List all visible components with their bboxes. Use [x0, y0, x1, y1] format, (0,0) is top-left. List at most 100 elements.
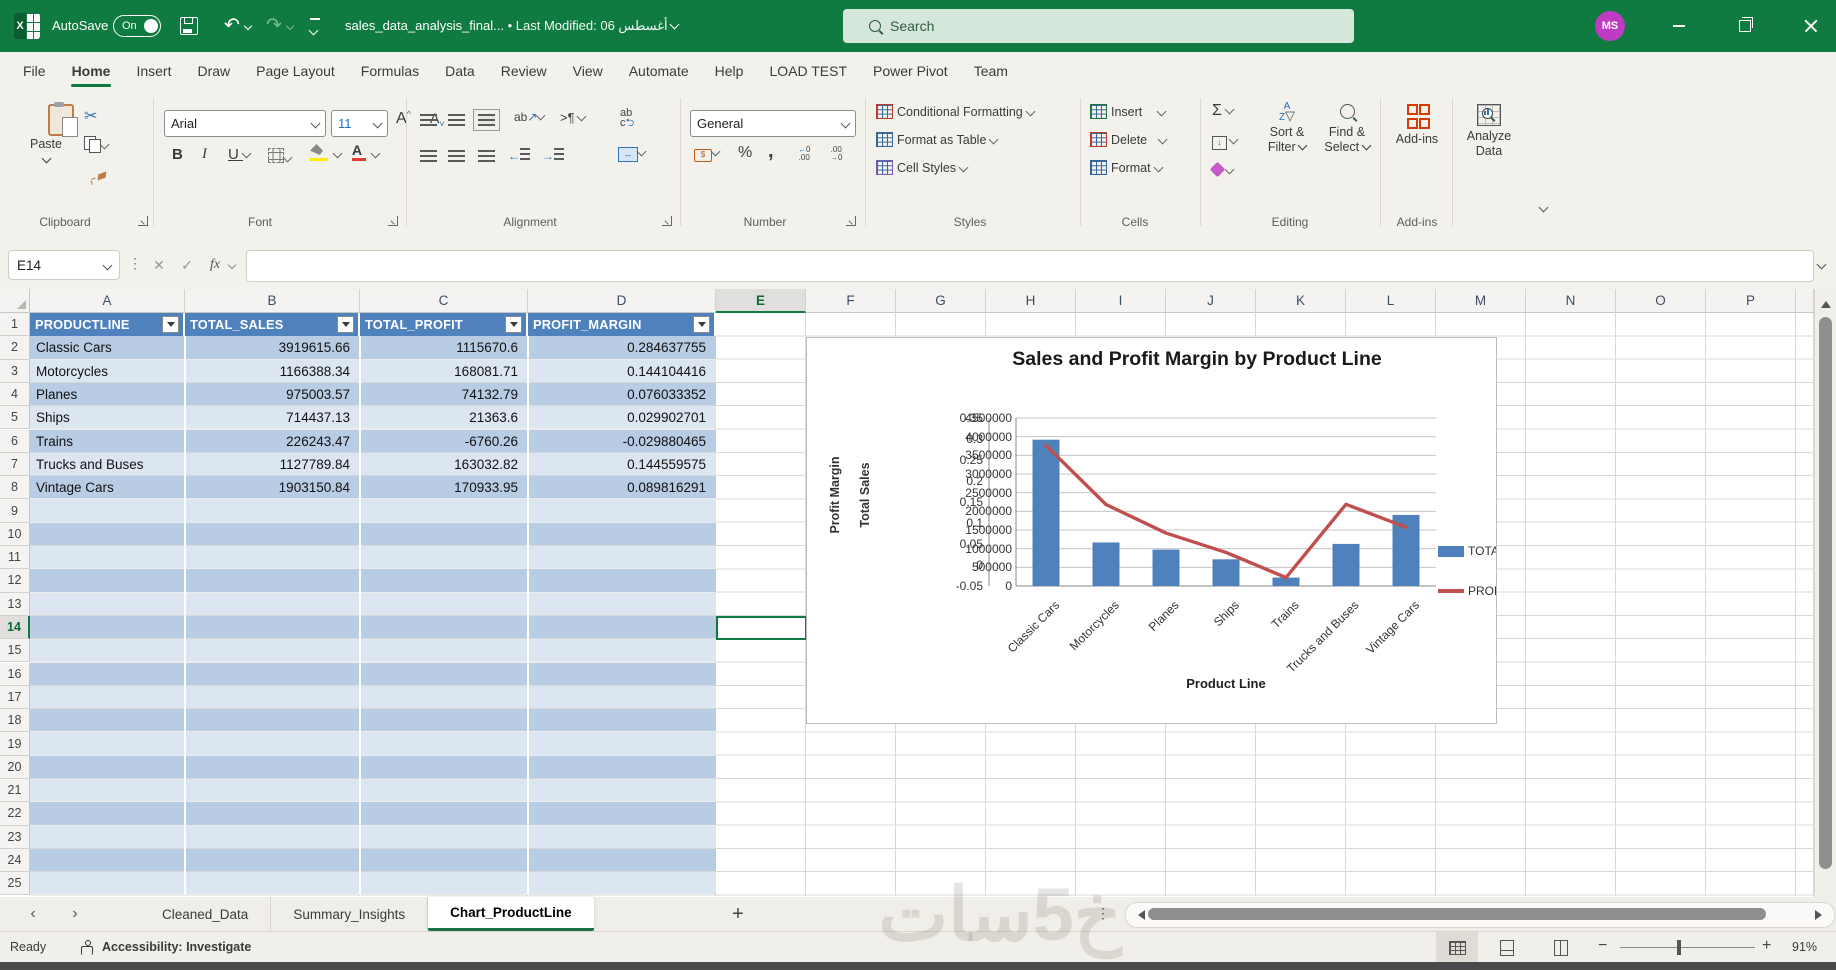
redo-button[interactable]: ↷	[266, 0, 293, 52]
vertical-scrollbar-thumb[interactable]	[1819, 317, 1832, 869]
clipboard-launcher-icon[interactable]	[138, 216, 148, 226]
zoom-slider-thumb[interactable]	[1677, 940, 1681, 955]
font-color-icon[interactable]: A	[352, 142, 366, 161]
row-header-1[interactable]: 1	[0, 313, 30, 336]
table-cell[interactable]: Trucks and Buses	[30, 453, 185, 476]
minimize-button[interactable]	[1656, 0, 1702, 52]
align-right-icon[interactable]	[478, 150, 495, 162]
ribbon-tab-help[interactable]: Help	[702, 52, 757, 90]
zoom-level[interactable]: 91%	[1792, 940, 1817, 954]
sheet-tab-summary_insights[interactable]: Summary_Insights	[271, 897, 428, 931]
ribbon-tab-team[interactable]: Team	[961, 52, 1021, 90]
font-launcher-icon[interactable]	[388, 216, 398, 226]
accessibility-icon[interactable]	[80, 940, 94, 958]
page-layout-view-button[interactable]	[1486, 932, 1528, 963]
filter-button[interactable]	[505, 316, 522, 333]
column-header-P[interactable]: P	[1706, 289, 1796, 313]
scroll-left-icon[interactable]	[1133, 910, 1145, 920]
row-header-10[interactable]: 10	[0, 523, 30, 546]
reading-order-icon[interactable]: >¶	[560, 110, 585, 125]
column-header-M[interactable]: M	[1436, 289, 1526, 313]
column-header-K[interactable]: K	[1256, 289, 1346, 313]
cell-styles-button[interactable]: Cell Styles	[876, 160, 967, 175]
selected-cell[interactable]	[716, 616, 807, 640]
cut-icon[interactable]: ✂	[84, 106, 97, 126]
column-header-D[interactable]: D	[528, 289, 716, 313]
customize-qat-icon[interactable]	[310, 18, 320, 41]
autosum-icon[interactable]: Σ	[1212, 102, 1233, 120]
scroll-right-icon[interactable]	[1815, 910, 1827, 920]
format-painter-icon[interactable]: ⌌▰	[82, 164, 110, 189]
row-header-18[interactable]: 18	[0, 709, 30, 732]
next-sheet-icon[interactable]: ›	[60, 897, 90, 931]
table-cell[interactable]: 0.144104416	[528, 360, 716, 383]
table-cell[interactable]: 714437.13	[185, 406, 360, 429]
row-header-23[interactable]: 23	[0, 826, 30, 849]
row-header-24[interactable]: 24	[0, 849, 30, 872]
table-cell[interactable]: Classic Cars	[30, 336, 185, 359]
table-cell[interactable]: Trains	[30, 430, 185, 453]
table-cell[interactable]: 226243.47	[185, 430, 360, 453]
collapse-ribbon-icon[interactable]	[1540, 202, 1547, 216]
add-ins-button[interactable]: Add-ins	[1388, 104, 1446, 147]
table-cell[interactable]: Planes	[30, 383, 185, 406]
row-header-8[interactable]: 8	[0, 476, 30, 499]
number-launcher-icon[interactable]	[846, 216, 856, 226]
sheet-tab-chart_productline[interactable]: Chart_ProductLine	[428, 897, 594, 931]
row-header-14[interactable]: 14	[0, 616, 30, 639]
table-cell[interactable]: 168081.71	[360, 360, 528, 383]
column-header-B[interactable]: B	[185, 289, 360, 313]
zoom-in-button[interactable]: +	[1762, 937, 1771, 955]
table-cell[interactable]: 0.029902701	[528, 406, 716, 429]
fx-chevron-icon[interactable]	[224, 250, 240, 280]
row-header-21[interactable]: 21	[0, 779, 30, 802]
row-header-19[interactable]: 19	[0, 732, 30, 755]
table-cell[interactable]: 1903150.84	[185, 476, 360, 499]
decrease-decimal-icon[interactable]: .00→0	[830, 146, 842, 162]
column-header-I[interactable]: I	[1076, 289, 1166, 313]
conditional-formatting-button[interactable]: Conditional Formatting	[876, 104, 1034, 119]
ribbon-tab-automate[interactable]: Automate	[616, 52, 702, 90]
column-header-O[interactable]: O	[1616, 289, 1706, 313]
ribbon-tab-insert[interactable]: Insert	[123, 52, 184, 90]
insert-cells-button[interactable]: Insert	[1090, 104, 1165, 119]
alignment-launcher-icon[interactable]	[662, 216, 672, 226]
underline-button[interactable]: U	[228, 146, 250, 163]
table-cell[interactable]: 0.076033352	[528, 383, 716, 406]
font-size-select[interactable]: 11	[331, 110, 388, 137]
search-input[interactable]: Search	[843, 9, 1354, 43]
table-cell[interactable]: 1166388.34	[185, 360, 360, 383]
align-middle-icon[interactable]	[448, 114, 465, 126]
scroll-up-icon[interactable]	[1821, 296, 1831, 308]
horizontal-scrollbar-thumb[interactable]	[1148, 908, 1766, 920]
name-box-splitter[interactable]: ⋮	[128, 255, 142, 272]
format-cells-button[interactable]: Format	[1090, 160, 1162, 175]
row-header-17[interactable]: 17	[0, 686, 30, 709]
table-cell[interactable]: 1127789.84	[185, 453, 360, 476]
table-cell[interactable]: 1115670.6	[360, 336, 528, 359]
table-cell[interactable]: 170933.95	[360, 476, 528, 499]
copy-icon[interactable]	[84, 136, 108, 153]
vertical-scrollbar[interactable]	[1814, 289, 1836, 897]
column-header-N[interactable]: N	[1526, 289, 1616, 313]
bold-button[interactable]: B	[172, 146, 183, 163]
increase-decimal-icon[interactable]: ←0.00	[798, 146, 810, 162]
sheet-tab-cleaned_data[interactable]: Cleaned_Data	[140, 897, 271, 931]
wrap-text-icon[interactable]: abc⮌	[620, 108, 634, 128]
table-cell[interactable]: Vintage Cars	[30, 476, 185, 499]
close-button[interactable]	[1788, 0, 1834, 52]
italic-button[interactable]: I	[202, 146, 207, 163]
decrease-indent-icon[interactable]: ←	[508, 148, 530, 163]
avatar[interactable]: MS	[1595, 11, 1625, 41]
format-as-table-button[interactable]: Format as Table	[876, 132, 997, 147]
clear-icon[interactable]	[1212, 164, 1233, 178]
ribbon-tab-data[interactable]: Data	[432, 52, 488, 90]
comma-style-icon[interactable]: ,	[768, 140, 774, 163]
filter-button[interactable]	[693, 316, 710, 333]
paste-button[interactable]: Paste	[18, 102, 74, 162]
column-header-F[interactable]: F	[806, 289, 896, 313]
number-format-select[interactable]: General	[690, 110, 856, 137]
table-cell[interactable]: 0.284637755	[528, 336, 716, 359]
fill-icon[interactable]: ↓	[1212, 134, 1237, 150]
align-center-icon[interactable]	[448, 150, 465, 162]
